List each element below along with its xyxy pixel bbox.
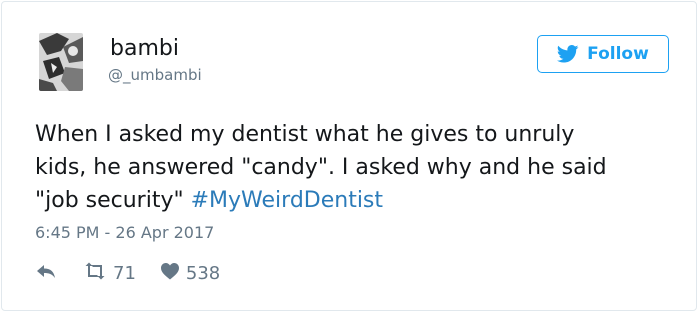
follow-button[interactable]: Follow bbox=[537, 35, 669, 73]
tweet-actions: 71 538 bbox=[35, 260, 220, 286]
timestamp[interactable]: 6:45 PM - 26 Apr 2017 bbox=[35, 223, 214, 243]
reply-icon bbox=[35, 262, 57, 285]
tweet-text: When I asked my dentist what he gives to… bbox=[35, 118, 675, 217]
like-count: 538 bbox=[185, 262, 221, 284]
like-button[interactable]: 538 bbox=[160, 262, 220, 285]
tweet-text-line-2: kids, he answered "candy". I asked why a… bbox=[35, 155, 607, 180]
hashtag-link[interactable]: #MyWeirdDentist bbox=[191, 188, 383, 213]
tweet-card: bambi @_umbambi Follow When I asked my d… bbox=[1, 1, 697, 311]
heart-icon bbox=[160, 262, 180, 285]
tweet-text-line-3-text: "job security" bbox=[35, 188, 191, 213]
twitter-bird-icon bbox=[557, 45, 579, 63]
follow-label: Follow bbox=[587, 44, 649, 64]
retweet-count: 71 bbox=[113, 262, 136, 284]
tweet-text-line-1: When I asked my dentist what he gives to… bbox=[35, 122, 575, 147]
tweet-text-line-3: "job security" #MyWeirdDentist bbox=[35, 184, 675, 217]
author-name[interactable]: bambi bbox=[110, 36, 179, 62]
retweet-icon bbox=[83, 262, 107, 285]
author-handle[interactable]: @_umbambi bbox=[108, 66, 202, 84]
reply-button[interactable] bbox=[35, 262, 57, 285]
retweet-button[interactable]: 71 bbox=[83, 262, 136, 285]
avatar[interactable] bbox=[39, 33, 83, 91]
